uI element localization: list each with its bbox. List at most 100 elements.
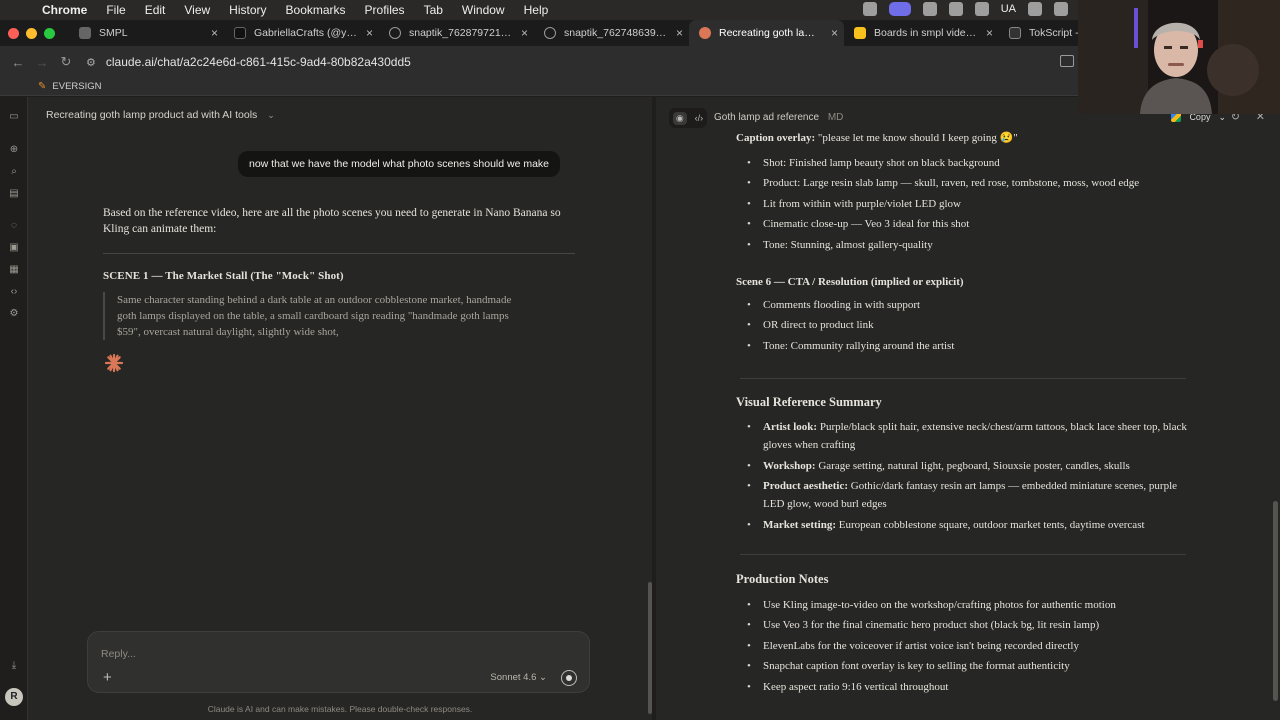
menu-tab[interactable]: Tab: [424, 3, 443, 17]
menu-help[interactable]: Help: [524, 3, 549, 17]
extensions-icon[interactable]: [1060, 55, 1074, 67]
status-icon[interactable]: [1028, 2, 1042, 16]
list-item: Market setting: European cobblestone squ…: [736, 516, 1188, 534]
status-icon[interactable]: [1054, 2, 1068, 16]
status-icon[interactable]: [862, 2, 877, 16]
menu-bookmarks[interactable]: Bookmarks: [286, 3, 346, 17]
screen-record-icon[interactable]: [888, 2, 911, 16]
preview-eye-icon[interactable]: ◉: [672, 111, 687, 125]
menu-edit[interactable]: Edit: [145, 3, 166, 17]
status-icon[interactable]: [974, 2, 989, 16]
browser-tab[interactable]: snaptik_762879721255366 ×: [379, 20, 534, 46]
list-item: ElevenLabs for the voiceover if artist v…: [736, 636, 1116, 657]
menu-file[interactable]: File: [106, 3, 125, 17]
chats-icon[interactable]: ◌: [8, 220, 20, 231]
item-text: European cobblestone square, outdoor mar…: [838, 518, 1145, 531]
item-label: Artist look:: [763, 421, 818, 433]
artifact-type: MD: [827, 112, 844, 123]
voice-mode-button[interactable]: [561, 670, 577, 686]
list-item: Product aesthetic: Gothic/dark fantasy r…: [736, 477, 1188, 513]
close-tab-icon[interactable]: ×: [366, 26, 373, 40]
forward-icon[interactable]: →: [30, 55, 54, 70]
webcam-person-image: [1078, 0, 1280, 114]
apps-icon[interactable]: ▦: [8, 264, 20, 275]
back-icon[interactable]: ←: [6, 55, 30, 70]
status-icon[interactable]: [922, 2, 937, 16]
browser-tab[interactable]: GabriellaCrafts (@yourwoo ×: [224, 20, 379, 46]
code-icon[interactable]: ‹/›: [695, 113, 704, 123]
smpl-icon: [79, 27, 91, 39]
artifacts-icon[interactable]: ▣: [8, 242, 20, 253]
url-text: claude.ai/chat/a2c24e6d-c861-415c-9ad4-8…: [105, 55, 411, 69]
chevron-down-icon: ⌄: [267, 109, 275, 120]
download-icon[interactable]: ⤓: [8, 660, 20, 671]
close-tab-icon[interactable]: ×: [521, 26, 528, 40]
preview-code-toggle[interactable]: ◉ ‹/›: [669, 108, 707, 128]
menu-history[interactable]: History: [229, 3, 266, 17]
visual-summary-list: Artist look: Purple/black split hair, ex…: [736, 418, 1188, 536]
list-item: Use Kling image-to-video on the workshop…: [736, 595, 1116, 616]
projects-icon[interactable]: ▤: [8, 188, 20, 199]
menu-app-name[interactable]: Chrome: [42, 3, 87, 17]
url-field[interactable]: ⚙ claude.ai/chat/a2c24e6d-c861-415c-9ad4…: [86, 55, 411, 69]
scene6-heading: Scene 6 — CTA / Resolution (implied or e…: [736, 276, 964, 288]
menu-window[interactable]: Window: [462, 3, 505, 17]
minimize-window-button[interactable]: [26, 27, 37, 39]
tab-label: SMPL: [99, 27, 128, 39]
list-item: Snapchat caption font overlay is key to …: [736, 656, 1116, 677]
list-item: Comments flooding in with support: [736, 295, 954, 316]
menu-profiles[interactable]: Profiles: [365, 3, 405, 17]
visual-summary-heading: Visual Reference Summary: [736, 395, 882, 409]
close-tab-icon[interactable]: ×: [986, 26, 993, 40]
scene-prompt-quote: Same character standing behind a dark ta…: [103, 292, 523, 340]
apple-menu-icon[interactable]: [12, 3, 26, 17]
status-icon[interactable]: [948, 2, 963, 16]
tiktok-icon: [234, 27, 246, 39]
divider: [103, 253, 575, 254]
artifact-panel: ◉ ‹/› Goth lamp ad reference MD Copy ⌄ ↻…: [656, 97, 1280, 720]
avatar[interactable]: R: [5, 688, 23, 706]
reload-icon[interactable]: ↻: [54, 54, 78, 70]
menu-view[interactable]: View: [184, 3, 210, 17]
artifact-title: Goth lamp ad reference MD: [714, 112, 843, 123]
close-tab-icon[interactable]: ×: [831, 26, 838, 40]
search-icon[interactable]: ⌕: [8, 166, 20, 177]
reply-input[interactable]: Reply...: [101, 648, 136, 660]
tokscript-icon: [1009, 27, 1021, 39]
browser-tab-active[interactable]: Recreating goth lamp produ ×: [689, 20, 844, 46]
code-icon[interactable]: ‹›: [8, 286, 20, 297]
site-info-icon[interactable]: ⚙: [86, 56, 96, 69]
production-notes-list: Use Kling image-to-video on the workshop…: [736, 595, 1116, 697]
assistant-intro: Based on the reference video, here are a…: [103, 207, 561, 235]
browser-tab[interactable]: SMPL ×: [69, 20, 224, 46]
miro-icon: [854, 27, 866, 39]
browser-tab[interactable]: snaptik_762748639712069 ×: [534, 20, 689, 46]
webcam-overlay: [1078, 0, 1280, 114]
chat-title[interactable]: Recreating goth lamp product ad with AI …: [46, 109, 275, 121]
claude-thinking-icon: [104, 353, 124, 373]
model-selector[interactable]: Sonnet 4.6 ⌄: [490, 672, 547, 683]
settings-icon[interactable]: ⚙: [8, 308, 20, 319]
list-item: Product: Large resin slab lamp — skull, …: [736, 173, 1139, 194]
sidebar-toggle-icon[interactable]: ▭: [8, 111, 20, 122]
reply-composer[interactable]: Reply... + Sonnet 4.6 ⌄: [87, 631, 590, 693]
tab-label: snaptik_762748639712069: [564, 27, 667, 39]
close-window-button[interactable]: [8, 27, 19, 39]
list-item: Keep aspect ratio 9:16 vertical througho…: [736, 677, 1116, 698]
browser-tab[interactable]: Boards in smpl video ads Te ×: [844, 20, 999, 46]
new-chat-icon[interactable]: ⊕: [8, 144, 20, 155]
list-item: Cinematic close-up — Veo 3 ideal for thi…: [736, 214, 1139, 235]
add-attachment-icon[interactable]: +: [103, 669, 112, 686]
keyboard-layout[interactable]: UA: [1001, 3, 1016, 15]
caption-label: Caption overlay:: [736, 132, 816, 144]
list-item: Tone: Stunning, almost gallery-quality: [736, 235, 1139, 256]
artifact-scrollbar[interactable]: [1273, 501, 1278, 701]
close-tab-icon[interactable]: ×: [211, 26, 218, 40]
bookmark-eversign[interactable]: EVERSIGN: [52, 81, 101, 92]
list-item: Use Veo 3 for the final cinematic hero p…: [736, 615, 1116, 636]
chat-title-text: Recreating goth lamp product ad with AI …: [46, 109, 258, 121]
globe-icon: [389, 27, 401, 39]
fullscreen-window-button[interactable]: [44, 27, 55, 39]
close-tab-icon[interactable]: ×: [676, 26, 683, 40]
tab-label: Recreating goth lamp produ: [719, 27, 822, 39]
